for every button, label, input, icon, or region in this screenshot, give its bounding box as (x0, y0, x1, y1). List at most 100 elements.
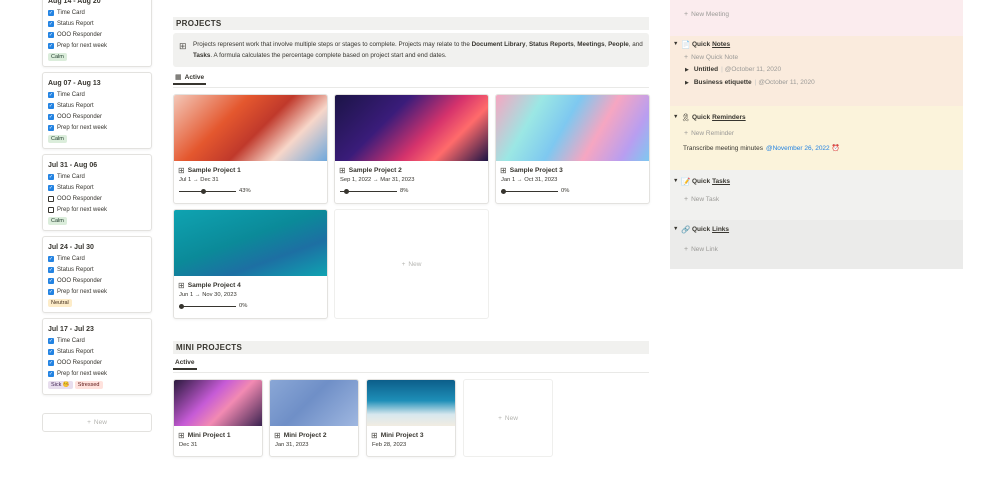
mini-project-name: Mini Project 1 (187, 431, 231, 439)
new-label: New (408, 260, 422, 268)
checked-checkbox[interactable]: ✓ (48, 348, 54, 355)
mood-tags: Calm (48, 133, 146, 143)
checked-checkbox[interactable]: ✓ (48, 42, 54, 49)
mini-project-date: Dec 31 (179, 442, 198, 448)
project-title-row: ⊞ Sample Project 2 (335, 161, 488, 175)
project-card[interactable]: ⊞ Sample Project 2 Sep 1, 2022 → Mar 31, 2… (334, 94, 489, 204)
project-card[interactable]: ⊞ Sample Project 3 Jan 1 → Oct 31, 2023 0% (495, 94, 650, 204)
task-label: Time Card (57, 91, 85, 98)
mini-project-card[interactable]: ⊞ Mini Project 2 Jan 31, 2023 (269, 379, 359, 457)
new-week-button[interactable]: + New (42, 413, 152, 432)
checked-checkbox[interactable]: ✓ (48, 370, 54, 377)
progress-label: 8% (400, 188, 409, 194)
task-item: ✓ Time Card (48, 253, 146, 264)
callout-link-text: Document Library (471, 41, 526, 48)
new-task-label: New Task (691, 195, 720, 203)
divider (173, 372, 649, 373)
week-title: Jul 24 - Jul 30 (48, 244, 94, 251)
mood-tag: Sick 🤒 (48, 381, 73, 389)
callout-link-text: Tasks (193, 52, 211, 59)
project-card[interactable]: ⊞ Sample Project 4 Jun 1 → Nov 30, 2023 0% (173, 209, 328, 319)
week-card[interactable]: Jul 17 - Jul 23 ✓ Time Card ✓ Status Report ✓… (42, 318, 152, 395)
quick-tasks-toggle[interactable]: ▼ 📝 Quick Tasks (670, 174, 963, 188)
week-title: Jul 31 - Aug 06 (48, 162, 98, 169)
mini-project-card[interactable]: ⊞ Mini Project 1 Dec 31 (173, 379, 263, 457)
task-item: ✓ Status Report (48, 264, 146, 275)
tab-active-projects[interactable]: ▦ Active (173, 71, 207, 85)
task-item: ✓ Time Card (48, 89, 146, 100)
task-label: Status Report (57, 266, 94, 273)
task-label: OOO Responder (57, 277, 103, 284)
checked-checkbox[interactable]: ✓ (48, 277, 54, 284)
gallery-icon: ⊞ (178, 430, 185, 440)
cover-image (174, 210, 327, 276)
task-label: Status Report (57, 184, 94, 191)
checked-checkbox[interactable]: ✓ (48, 9, 54, 16)
checked-checkbox[interactable]: ✓ (48, 266, 54, 273)
reminder-item[interactable]: Transcribe meeting minutes @November 26,… (670, 141, 963, 155)
new-reminder-button[interactable]: + New Reminder (670, 127, 963, 139)
note-item[interactable]: ▶ Business etiquette | @October 11, 2020 (670, 76, 963, 89)
callout-text-part: Projects represent work that involve mul… (193, 41, 472, 48)
tab-active-mini-projects[interactable]: Active (173, 356, 197, 370)
new-project-button[interactable]: + New (334, 209, 489, 319)
new-task-button[interactable]: + New Task (670, 193, 963, 205)
task-label: Time Card (57, 9, 85, 16)
week-card[interactable]: Aug 07 - Aug 13 ✓ Time Card ✓ Status Report ✓… (42, 72, 152, 149)
separator: | (721, 66, 723, 73)
quick-prefix: Quick (692, 40, 711, 48)
quick-reminders-title: Reminders (712, 113, 746, 121)
mood-tags: Calm (48, 51, 146, 61)
checked-checkbox[interactable]: ✓ (48, 184, 54, 191)
checked-checkbox[interactable]: ✓ (48, 102, 54, 109)
new-quick-note-button[interactable]: + New Quick Note (670, 51, 963, 63)
note-item[interactable]: ▶ Untitled | @October 11, 2020 (670, 63, 963, 76)
week-card[interactable]: Jul 31 - Aug 06 ✓ Time Card ✓ Status Report O… (42, 154, 152, 231)
projects-section-title: PROJECTS (173, 17, 649, 30)
cover-image (174, 380, 262, 426)
checked-checkbox[interactable]: ✓ (48, 255, 54, 262)
progress-track (179, 188, 236, 194)
plus-icon: + (684, 245, 689, 253)
mini-project-title-row: ⊞ Mini Project 3 (367, 426, 455, 440)
task-item: ✓ Prep for next week (48, 122, 146, 133)
caret-down-icon: ▼ (673, 178, 679, 184)
task-item: ✓ OOO Responder (48, 357, 146, 368)
checked-checkbox[interactable]: ✓ (48, 173, 54, 180)
quick-reminders-toggle[interactable]: ▼ 🎗 Quick Reminders (670, 110, 963, 124)
mini-project-card[interactable]: ⊞ Mini Project 3 Feb 28, 2023 (366, 379, 456, 457)
task-item: ✓ OOO Responder (48, 275, 146, 286)
progress-bar: 8% (335, 185, 488, 195)
progress-knob (501, 188, 506, 194)
checked-checkbox[interactable]: ✓ (48, 359, 54, 366)
checked-checkbox[interactable]: ✓ (48, 113, 54, 120)
new-link-button[interactable]: + New Link (670, 243, 963, 255)
progress-label: 0% (561, 188, 570, 194)
task-item: OOO Responder (48, 193, 146, 204)
checked-checkbox[interactable]: ✓ (48, 337, 54, 344)
checked-checkbox[interactable]: ✓ (48, 31, 54, 38)
project-name: Sample Project 4 (187, 281, 241, 289)
quick-links-toggle[interactable]: ▼ 🔗 Quick Links (670, 222, 963, 236)
new-mini-project-button[interactable]: + New (463, 379, 553, 457)
project-card[interactable]: ⊞ Sample Project 1 Jul 1 → Dec 31 43% (173, 94, 328, 204)
project-dates: Jun 1 → Nov 30, 2023 (179, 292, 237, 298)
plus-icon: + (684, 10, 689, 18)
tab-label: Active (175, 358, 195, 366)
checked-checkbox[interactable]: ✓ (48, 20, 54, 27)
task-label: OOO Responder (57, 113, 103, 120)
task-item: ✓ OOO Responder (48, 29, 146, 40)
task-item: ✓ OOO Responder (48, 111, 146, 122)
week-card[interactable]: Jul 24 - Jul 30 ✓ Time Card ✓ Status Report ✓… (42, 236, 152, 313)
reminder-text: Transcribe meeting minutes (683, 144, 763, 152)
quick-links-title: Links (712, 225, 730, 233)
checked-checkbox[interactable]: ✓ (48, 288, 54, 295)
unchecked-checkbox[interactable] (48, 195, 54, 202)
new-meeting-button[interactable]: + New Meeting (670, 8, 963, 20)
new-link-label: New Link (691, 245, 718, 253)
week-card[interactable]: Aug 14 - Aug 20 ✓ Time Card ✓ Status Report ✓… (42, 0, 152, 67)
unchecked-checkbox[interactable] (48, 206, 54, 213)
quick-notes-toggle[interactable]: ▼ 📄 Quick Notes (670, 37, 963, 51)
checked-checkbox[interactable]: ✓ (48, 124, 54, 131)
checked-checkbox[interactable]: ✓ (48, 91, 54, 98)
